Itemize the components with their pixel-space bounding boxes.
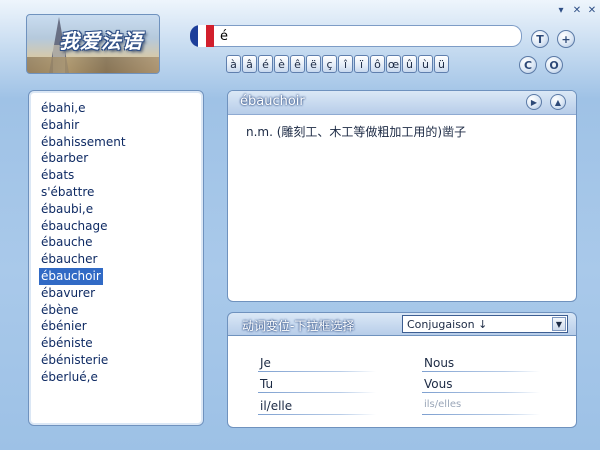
forward-button[interactable]: O xyxy=(545,56,563,74)
back-button[interactable]: C xyxy=(519,56,537,74)
definition-title: ébauchoir xyxy=(240,94,305,109)
definition-panel: ébauchoir ▶ ▲ n.m. (雕刻工、木工等做粗加工用的)凿子 xyxy=(227,90,577,302)
accent-key[interactable]: î xyxy=(338,55,353,73)
list-item[interactable]: éberlué,e xyxy=(39,369,100,386)
list-item[interactable]: ébahissement xyxy=(39,134,128,151)
logo-text: 我爱法语 xyxy=(59,29,143,53)
accent-key[interactable]: ë xyxy=(306,55,321,73)
list-item[interactable]: ébaucher xyxy=(39,251,99,268)
collapse-button[interactable]: ▲ xyxy=(550,94,566,110)
list-item[interactable]: ébarber xyxy=(39,150,90,167)
conjugation-header: 动词变位-下拉框选择 Conjugaison ↓ ▼ xyxy=(227,312,577,336)
pronoun-nous: Nous xyxy=(424,356,455,370)
word-list[interactable]: ébahi,e ébahir ébahissement ébarber ébats s'é… xyxy=(28,90,204,426)
list-item[interactable]: ébauche xyxy=(39,234,95,251)
minimize-button[interactable]: ▾ xyxy=(554,3,568,17)
accent-key[interactable]: â xyxy=(242,55,257,73)
conjugation-title: 动词变位-下拉框选择 xyxy=(242,319,355,333)
accent-key[interactable]: œ xyxy=(386,55,401,73)
pronoun-je: Je xyxy=(260,356,271,370)
translate-button[interactable]: T xyxy=(531,30,549,48)
list-item[interactable]: ébahi,e xyxy=(39,100,88,117)
chevron-down-icon[interactable]: ▼ xyxy=(552,317,566,331)
list-item[interactable]: ébène xyxy=(39,302,80,319)
search-input[interactable] xyxy=(214,25,522,47)
pronoun-il-elle: il/elle xyxy=(260,399,293,413)
accent-key[interactable]: ù xyxy=(418,55,433,73)
list-item[interactable]: ébauchoir xyxy=(39,267,103,285)
accent-key[interactable]: ï xyxy=(354,55,369,73)
accent-key[interactable]: ç xyxy=(322,55,337,73)
french-flag-icon xyxy=(190,25,214,47)
list-item[interactable]: s'ébattre xyxy=(39,184,96,201)
list-item[interactable]: ébénier xyxy=(39,318,89,335)
list-item[interactable]: ébaubi,e xyxy=(39,201,95,218)
accent-keyboard: àâéèêëçîïôœûùü xyxy=(226,55,449,73)
definition-header: ébauchoir ▶ ▲ xyxy=(228,91,576,115)
list-item[interactable]: ébéniste xyxy=(39,335,95,352)
close-button[interactable]: ✕ xyxy=(585,3,599,17)
pronoun-tu: Tu xyxy=(260,377,274,391)
conjugation-select-value: Conjugaison ↓ xyxy=(407,317,488,331)
list-item[interactable]: ébavurer xyxy=(39,285,97,302)
play-sound-button[interactable]: ▶ xyxy=(526,94,542,110)
conjugation-select[interactable]: Conjugaison ↓ ▼ xyxy=(402,315,568,333)
definition-text: n.m. (雕刻工、木工等做粗加工用的)凿子 xyxy=(246,125,467,139)
accent-key[interactable]: ô xyxy=(370,55,385,73)
list-item[interactable]: ébauchage xyxy=(39,218,110,235)
accent-key[interactable]: ê xyxy=(290,55,305,73)
accent-key[interactable]: û xyxy=(402,55,417,73)
pronoun-vous: Vous xyxy=(424,377,453,391)
list-item[interactable]: ébénisterie xyxy=(39,352,110,369)
accent-key[interactable]: è xyxy=(274,55,289,73)
list-item[interactable]: ébats xyxy=(39,167,76,184)
accent-key[interactable]: ü xyxy=(434,55,449,73)
app-logo: 我爱法语 xyxy=(26,14,160,74)
accent-key[interactable]: à xyxy=(226,55,241,73)
conjugation-panel: Je Nous Tu Vous il/elle ils/elles xyxy=(227,336,577,428)
pronoun-ils-elles: ils/elles xyxy=(424,399,462,410)
accent-key[interactable]: é xyxy=(258,55,273,73)
pin-button[interactable]: ✕ xyxy=(570,3,584,17)
add-word-button[interactable]: + xyxy=(557,30,575,48)
list-item[interactable]: ébahir xyxy=(39,117,81,134)
